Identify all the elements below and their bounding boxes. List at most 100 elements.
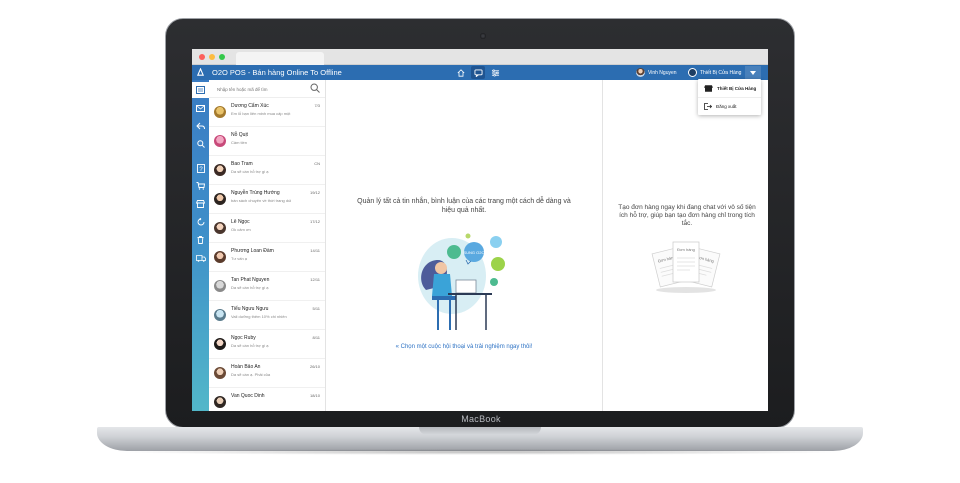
conversation-preview: Ok cảm ơn	[231, 227, 251, 232]
avatar	[214, 367, 226, 379]
maximize-window-button[interactable]	[219, 54, 225, 60]
chat-icon[interactable]	[471, 66, 485, 79]
avatar	[214, 135, 226, 147]
search-input[interactable]	[217, 84, 307, 94]
chevron-down-icon	[750, 70, 756, 75]
conversation-date: 8/11	[312, 335, 321, 340]
laptop-notch	[419, 427, 541, 435]
main-panel: Quản lý tất cả tin nhắn, bình luận của c…	[326, 80, 602, 411]
search-icon[interactable]	[310, 83, 320, 93]
conversation-date: 7/3	[314, 103, 320, 108]
avatar	[214, 222, 226, 234]
conversation-date: CN	[314, 161, 320, 166]
menu-item-label: Đăng xuất	[716, 103, 737, 109]
conversation-date: 5/11	[312, 306, 321, 311]
truck-icon[interactable]	[192, 250, 209, 266]
app-title: O2O POS - Bán hàng Online To Offline	[212, 68, 342, 77]
conversation-item[interactable]: Bao Tram Da sẽ cần hỗ trợ gì ạ CN	[209, 156, 325, 185]
screen: O2O POS - Bán hàng Online To Offline Vin…	[192, 49, 768, 411]
logout-icon	[704, 102, 712, 110]
avatar	[214, 338, 226, 350]
account-menu: Thiết Bị Cửa Hàng Đăng xuất	[698, 79, 761, 115]
conversation-panel: Dương Cẩm Xúc Em lỗ bạn liên minh mua cấp…	[209, 80, 326, 411]
conversation-date: 17/12	[309, 219, 320, 224]
conversation-preview: Da sẽ cần hỗ trợ gì ạ	[231, 285, 269, 290]
conversation-item[interactable]: Dương Cẩm Xúc Em lỗ bạn liên minh mua cấp…	[209, 98, 325, 127]
refresh-icon[interactable]	[192, 214, 209, 230]
conversation-name: Tiểu Ngưu Ngưu	[231, 306, 269, 312]
conversation-item[interactable]: Lê Ngọc Ok cảm ơn 17/12	[209, 214, 325, 243]
settings-icon[interactable]	[488, 66, 502, 79]
conversation-preview: Da sẽ cần hỗ trợ gì ạ	[231, 343, 269, 348]
camera-icon	[480, 33, 486, 39]
avatar	[214, 193, 226, 205]
avatar	[214, 309, 226, 321]
avatar	[214, 396, 226, 408]
conversation-date: 19/12	[309, 190, 320, 195]
menu-item-store[interactable]: Thiết Bị Cửa Hàng	[698, 80, 761, 97]
conversation-name: Hoàn Bảo An	[231, 364, 261, 370]
app-header: O2O POS - Bán hàng Online To Offline Vin…	[192, 65, 768, 80]
store-icon[interactable]	[192, 196, 209, 212]
conversation-item[interactable]: Phương Loan Đàm Tư vấn ạ 14/11	[209, 243, 325, 272]
minimize-window-button[interactable]	[209, 54, 215, 60]
reply-icon[interactable]	[192, 118, 209, 134]
laptop-shadow	[110, 449, 850, 455]
user-name: Vinh Nguyen	[648, 69, 677, 76]
conversation-name: Van Quoc Dinh	[231, 393, 265, 399]
orders-illustration: Đơn hàng Đơn hàng Đơn hàng	[651, 241, 721, 293]
conversation-item[interactable]: Ngọc Ruby Da sẽ cần hỗ trợ gì ạ 8/11	[209, 330, 325, 359]
browser-tab[interactable]	[236, 52, 324, 65]
menu-dropdown-button[interactable]	[745, 66, 761, 79]
conversation-name: Dương Cẩm Xúc	[231, 103, 269, 109]
conversation-preview: Tư vấn ạ	[231, 256, 248, 261]
help-icon[interactable]: ?	[192, 160, 209, 176]
conversation-date: 18/10	[309, 393, 320, 398]
list-icon[interactable]	[192, 82, 209, 98]
bubble-label: SUNG O2O	[463, 250, 484, 255]
trash-icon[interactable]	[192, 232, 209, 248]
workspace-illustration: SUNG O2O	[418, 233, 505, 330]
main-message: Quản lý tất cả tin nhắn, bình luận của c…	[357, 198, 571, 214]
avatar	[214, 106, 226, 118]
search-bar	[209, 80, 325, 98]
conversation-name: Tan Phat Nguyen	[231, 277, 270, 283]
app-logo-icon	[196, 68, 205, 76]
conversation-preview: Da sẽ cần ạ. Phải của	[231, 372, 271, 377]
conversation-name: Lê Ngọc	[231, 219, 250, 225]
menu-item-label: Thiết Bị Cửa Hàng	[717, 86, 757, 91]
home-icon[interactable]	[454, 66, 468, 79]
conversation-item[interactable]: Nguyễn Trùng Hướng bán sách chuyên về thờ…	[209, 185, 325, 214]
conversation-date: 14/11	[310, 248, 320, 253]
store-selector[interactable]: Thiết Bị Cửa Hàng	[688, 67, 741, 78]
conversation-list: Dương Cẩm Xúc Em lỗ bạn liên minh mua cấp…	[209, 98, 325, 411]
store-name: Thiết Bị Cửa Hàng	[700, 69, 742, 76]
conversation-name: Ngọc Ruby	[231, 335, 256, 341]
avatar	[214, 251, 226, 263]
conversation-name: Nỗ Quịt	[231, 132, 248, 138]
conversation-item[interactable]: Van Quoc Dinh 18/10	[209, 388, 325, 411]
cart-icon[interactable]	[192, 178, 209, 194]
conversation-item[interactable]: Nỗ Quịt Cảm tiền	[209, 127, 325, 156]
conversation-name: Nguyễn Trùng Hướng	[231, 190, 280, 196]
conversation-name: Phương Loan Đàm	[231, 248, 274, 254]
conversation-name: Bao Tram	[231, 161, 253, 167]
conversation-item[interactable]: Hoàn Bảo An Da sẽ cần ạ. Phải của 26/10	[209, 359, 325, 388]
laptop-lid: O2O POS - Bán hàng Online To Offline Vin…	[165, 18, 795, 428]
conversation-item[interactable]: Tiểu Ngưu Ngưu Vali dưỡng thêm 10% chi nh…	[209, 301, 325, 330]
close-window-button[interactable]	[199, 54, 205, 60]
store-avatar	[688, 68, 697, 77]
avatar	[214, 164, 226, 176]
user-profile[interactable]: Vinh Nguyen	[636, 67, 677, 78]
conversation-item[interactable]: Tan Phat Nguyen Da sẽ cần hỗ trợ gì ạ 12/1…	[209, 272, 325, 301]
store-icon	[704, 85, 713, 92]
conversation-preview: Em lỗ bạn liên minh mua cấp một	[231, 111, 291, 116]
start-conversation-link[interactable]: « Chọn một cuộc hội thoại và trải nghiệm…	[354, 344, 574, 350]
mail-icon[interactable]	[192, 100, 209, 116]
laptop-base	[97, 427, 863, 451]
icon-rail: ?	[192, 80, 209, 411]
conversation-preview: Cảm tiền	[231, 140, 248, 145]
menu-item-logout[interactable]: Đăng xuất	[698, 97, 761, 114]
search-icon[interactable]	[192, 136, 209, 152]
conversation-preview: bán sách chuyên về thời trang dùi	[231, 198, 292, 203]
